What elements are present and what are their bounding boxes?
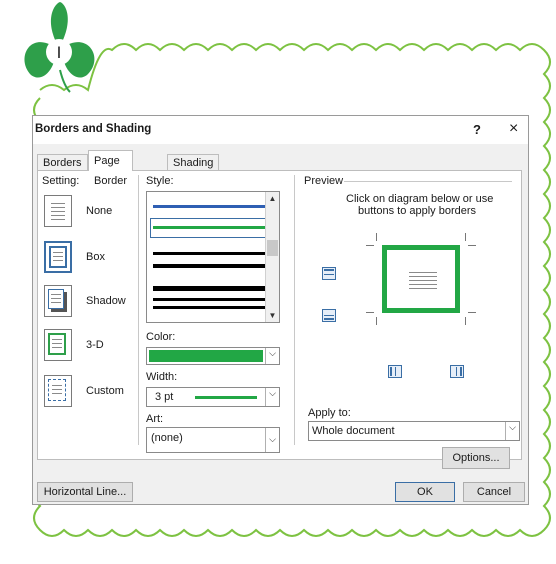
preview-instruction-1: Click on diagram below or use [346,193,494,205]
page-border-panel: Setting: None Box Shadow 3-D Custom Styl… [37,170,522,469]
top-border-toggle-icon[interactable] [322,267,336,280]
art-heading: Art: [146,413,164,425]
style-listbox[interactable]: ▲ ▼ [146,191,280,323]
tab-page-border[interactable]: Page Border [88,150,134,187]
tab-borders[interactable]: Borders [37,154,88,170]
setting-3d-icon[interactable] [44,329,72,361]
preview-rule [344,181,512,182]
marker-letter: I [57,43,62,62]
options-button[interactable]: Options... [442,447,510,469]
setting-none-label[interactable]: None [86,205,112,217]
scroll-up-icon[interactable]: ▲ [266,194,279,203]
setting-box-label[interactable]: Box [86,251,105,263]
title-bar: Borders and Shading ? × [33,116,528,144]
style-option-3[interactable] [153,252,265,255]
dialog-title: Borders and Shading [35,123,152,135]
width-heading: Width: [146,371,178,383]
chevron-down-icon[interactable]: ⌵ [505,422,519,440]
width-value: 3 pt [155,391,174,403]
setting-heading: Setting: [42,175,80,187]
apply-to-heading: Apply to: [308,407,351,419]
help-button[interactable]: ? [473,122,481,137]
horizontal-line-button[interactable]: Horizontal Line... [37,482,133,502]
preview-heading: Preview [304,175,344,187]
chevron-down-icon[interactable]: ⌵ [265,348,279,364]
color-heading: Color: [146,331,176,343]
ok-button[interactable]: OK [395,482,455,502]
setting-custom-icon[interactable] [44,375,72,407]
right-border-toggle-icon[interactable] [450,365,464,378]
style-option-4[interactable] [153,264,265,268]
color-swatch [149,350,263,362]
preview-instruction-2: buttons to apply borders [358,205,477,217]
scroll-down-icon[interactable]: ▼ [266,311,279,320]
separator-2 [294,175,295,445]
setting-custom-label[interactable]: Custom [86,385,124,397]
preview-border[interactable] [382,245,460,313]
setting-box-icon[interactable] [44,241,72,273]
art-value: (none) [151,432,183,444]
style-option-7[interactable] [153,306,265,309]
tab-shading[interactable]: Shading [167,154,220,170]
style-scrollbar[interactable]: ▲ ▼ [265,192,279,322]
style-option-2-selected[interactable] [153,226,265,229]
color-dropdown[interactable]: ⌵ [146,347,280,365]
style-option-1[interactable] [153,205,265,208]
art-dropdown[interactable]: (none) ⌵ [146,427,280,453]
cancel-button[interactable]: Cancel [463,482,525,502]
setting-3d-label[interactable]: 3-D [86,339,104,351]
style-option-6[interactable] [153,298,265,301]
setting-shadow-icon[interactable] [44,285,72,317]
setting-shadow-label[interactable]: Shadow [86,295,126,307]
separator-1 [138,175,139,445]
chevron-down-icon[interactable]: ⌵ [265,428,279,452]
preview-page[interactable] [366,233,476,325]
scroll-thumb[interactable] [267,240,278,256]
apply-to-dropdown[interactable]: Whole document ⌵ [308,421,520,441]
setting-none-icon[interactable] [44,195,72,227]
width-dropdown[interactable]: 3 pt ⌵ [146,387,280,407]
left-border-toggle-icon[interactable] [388,365,402,378]
apply-to-value: Whole document [312,425,395,437]
borders-and-shading-dialog: Borders and Shading ? × Borders Page Bor… [32,115,529,505]
width-line-sample [195,396,257,399]
style-heading: Style: [146,175,174,187]
bottom-border-toggle-icon[interactable] [322,309,336,322]
chevron-down-icon[interactable]: ⌵ [265,388,279,406]
close-button[interactable]: × [509,120,518,138]
style-option-5[interactable] [153,286,265,291]
